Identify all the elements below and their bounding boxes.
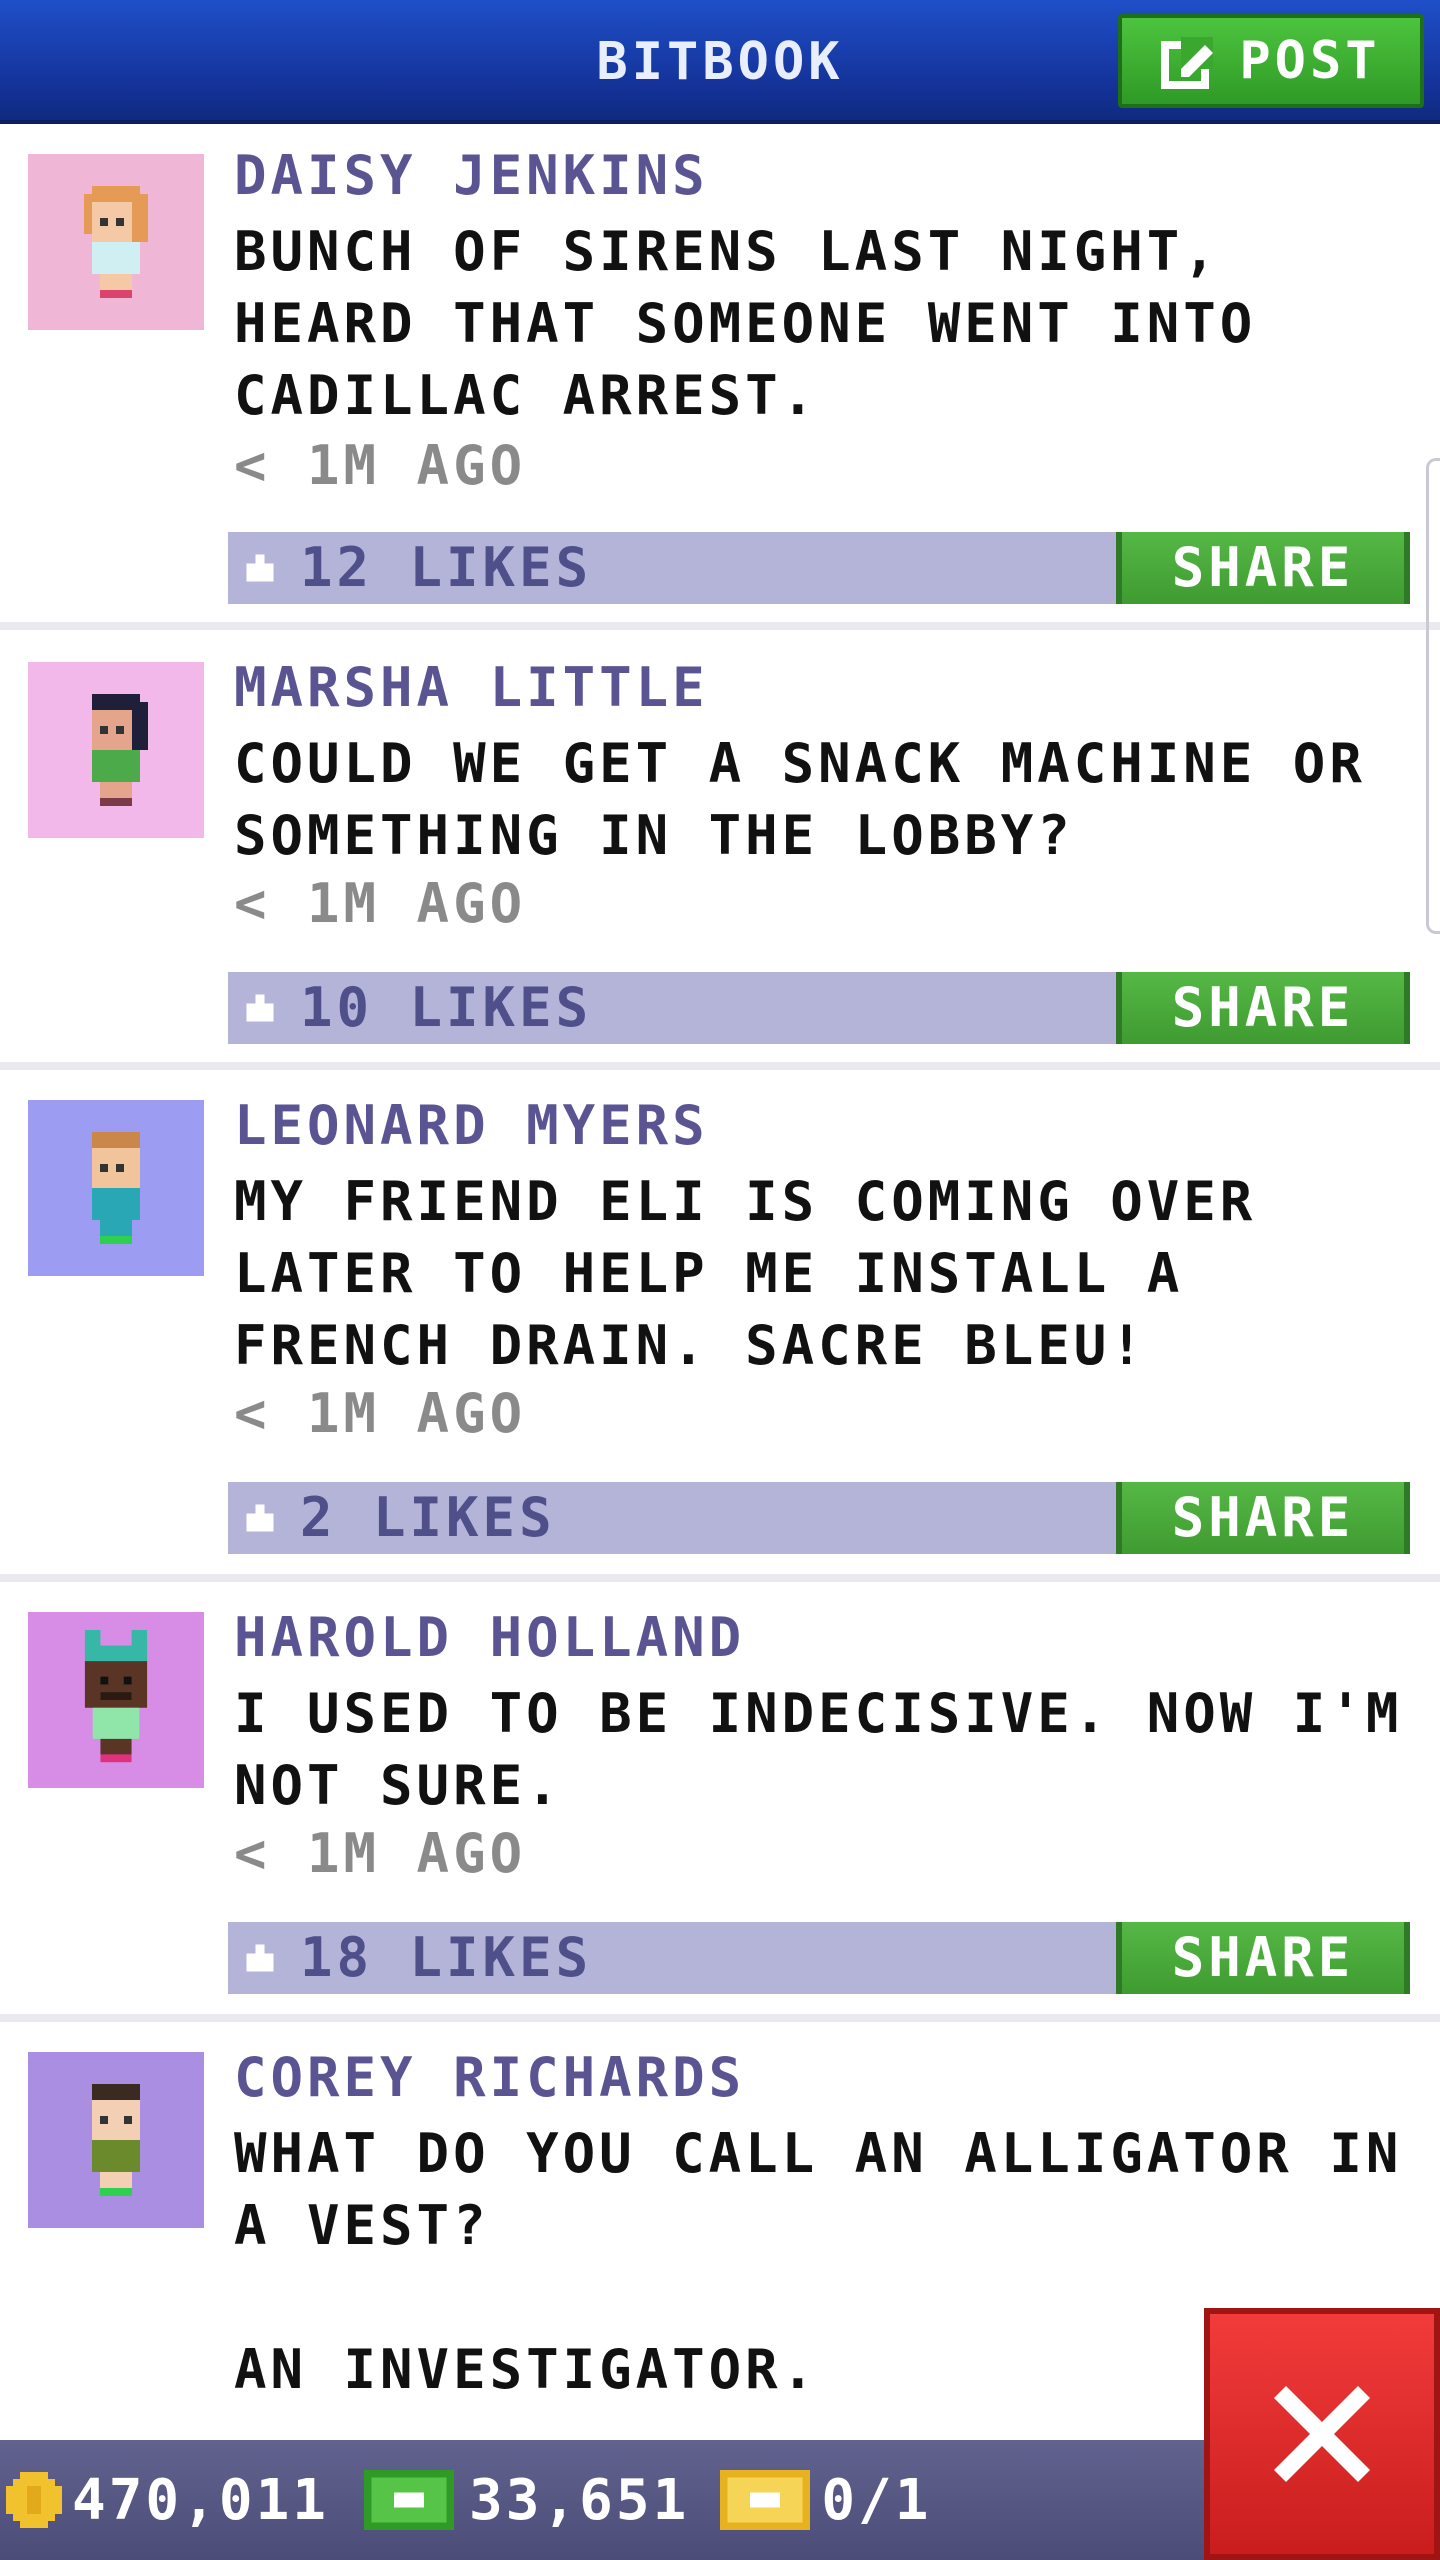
share-button[interactable]: SHARE <box>1116 1922 1410 1994</box>
feed-post: HAROLD HOLLAND I USED TO BE INDECISIVE. … <box>0 1582 1440 2022</box>
thumbs-up-icon[interactable] <box>242 550 278 586</box>
post-time: < 1M AGO <box>234 1822 527 1885</box>
post-author[interactable]: LEONARD MYERS <box>234 1096 709 1156</box>
close-button[interactable] <box>1204 2308 1440 2560</box>
thumbs-up-icon[interactable] <box>242 1500 278 1536</box>
post-author[interactable]: COREY RICHARDS <box>234 2048 745 2108</box>
post-author[interactable]: MARSHA LITTLE <box>234 658 709 718</box>
character-sprite <box>92 694 148 806</box>
character-sprite <box>84 1630 148 1763</box>
likes-count: 18 LIKES <box>300 1926 593 1989</box>
avatar[interactable] <box>28 1100 204 1276</box>
post-button[interactable]: POST <box>1118 14 1424 108</box>
edit-icon <box>1161 37 1214 89</box>
feed-post: DAISY JENKINS BUNCH OF SIRENS LAST NIGHT… <box>0 128 1440 630</box>
likes-count: 10 LIKES <box>300 976 593 1039</box>
tickets-value: 0/1 <box>821 2467 932 2533</box>
likes-bar: 12 LIKES SHARE <box>228 532 1410 604</box>
feed-post: MARSHA LITTLE COULD WE GET A SNACK MACHI… <box>0 630 1440 1070</box>
coins-stat: 470,011 <box>6 2468 329 2533</box>
bux-icon <box>364 2470 455 2530</box>
post-time: < 1M AGO <box>234 1382 527 1445</box>
status-bar: 470,011 33,651 0/1 <box>0 2440 1204 2560</box>
avatar[interactable] <box>28 154 204 330</box>
avatar[interactable] <box>28 662 204 838</box>
post-time: < 1M AGO <box>234 872 527 935</box>
bux-value: 33,651 <box>469 2467 690 2533</box>
feed[interactable]: DAISY JENKINS BUNCH OF SIRENS LAST NIGHT… <box>0 128 1440 2440</box>
app-header: BITBOOK POST <box>0 0 1440 124</box>
post-author[interactable]: DAISY JENKINS <box>234 146 709 206</box>
share-button[interactable]: SHARE <box>1116 1482 1410 1554</box>
bux-stat: 33,651 <box>359 2468 689 2533</box>
post-time: < 1M AGO <box>234 434 527 497</box>
scrollbar[interactable] <box>1426 458 1440 934</box>
share-button[interactable]: SHARE <box>1116 972 1410 1044</box>
post-text: I USED TO BE INDECISIVE. NOW I'M NOT SUR… <box>234 1682 1439 1817</box>
feed-post: LEONARD MYERS MY FRIEND ELI IS COMING OV… <box>0 1070 1440 1582</box>
likes-bar: 18 LIKES SHARE <box>228 1922 1410 1994</box>
likes-bar: 2 LIKES SHARE <box>228 1482 1410 1554</box>
likes-count: 2 LIKES <box>300 1486 556 1549</box>
ticket-icon <box>720 2470 811 2530</box>
coin-icon <box>6 2472 62 2528</box>
post-text: COULD WE GET A SNACK MACHINE OR SOMETHIN… <box>234 732 1403 867</box>
tickets-stat: 0/1 <box>719 2468 931 2533</box>
character-sprite <box>92 2084 140 2196</box>
likes-count: 12 LIKES <box>300 536 593 599</box>
avatar[interactable] <box>28 1612 204 1788</box>
post-button-label: POST <box>1239 31 1381 91</box>
post-text: BUNCH OF SIRENS LAST NIGHT, HEARD THAT S… <box>234 220 1293 427</box>
character-sprite <box>84 186 148 298</box>
close-icon <box>1274 2386 1370 2482</box>
character-sprite <box>92 1132 140 1244</box>
thumbs-up-icon[interactable] <box>242 1940 278 1976</box>
post-author[interactable]: HAROLD HOLLAND <box>234 1608 745 1668</box>
coins-value: 470,011 <box>72 2467 330 2533</box>
share-button[interactable]: SHARE <box>1116 532 1410 604</box>
avatar[interactable] <box>28 2052 204 2228</box>
post-text: MY FRIEND ELI IS COMING OVER LATER TO HE… <box>234 1170 1293 1377</box>
likes-bar: 10 LIKES SHARE <box>228 972 1410 1044</box>
thumbs-up-icon[interactable] <box>242 990 278 1026</box>
